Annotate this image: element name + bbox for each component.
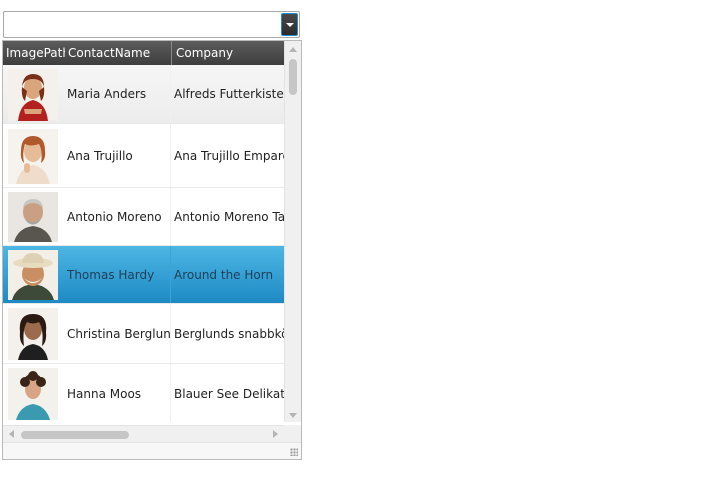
column-separator [170, 364, 171, 422]
vertical-scrollbar[interactable] [284, 41, 301, 422]
contact-name: Maria Anders [67, 87, 147, 101]
table-row-selected[interactable]: Thomas Hardy Around the Horn [3, 246, 284, 304]
table-row[interactable]: Ana Trujillo Ana Trujillo Emparedados [3, 124, 284, 188]
scroll-up-icon[interactable] [289, 47, 297, 52]
contact-name: Hanna Moos [67, 387, 142, 401]
grid-rows: Maria Anders Alfreds Futterkiste Ana Tru… [3, 65, 284, 422]
horizontal-scroll-thumb[interactable] [21, 431, 129, 439]
thomas-hardy-photo [8, 250, 58, 300]
column-header-contactname[interactable]: ContactName [65, 41, 171, 65]
contact-name: Christina Berglund [67, 327, 171, 341]
company-name: Around the Horn [174, 268, 274, 282]
scroll-right-icon[interactable] [273, 430, 278, 438]
column-header-imagepath[interactable]: ImagePath [3, 41, 65, 65]
contact-name: Ana Trujillo [67, 149, 133, 163]
contact-name: Thomas Hardy [67, 268, 155, 282]
company-name: Blauer See Delikatessen [174, 387, 284, 401]
ana-trujillo-photo [8, 129, 58, 184]
scrollbar-corner [284, 425, 301, 442]
maria-anders-photo [8, 69, 58, 121]
chevron-down-icon [286, 23, 294, 27]
company-name: Berglunds snabbköp [174, 327, 284, 341]
column-separator [170, 246, 171, 303]
company-name: Ana Trujillo Emparedados [174, 149, 284, 163]
hanna-moos-photo [8, 368, 58, 420]
vertical-scroll-thumb[interactable] [289, 59, 297, 95]
popup-footer [3, 442, 301, 459]
christina-berglund-photo [8, 308, 58, 360]
dropdown-toggle-button[interactable] [281, 13, 298, 36]
company-name: Antonio Moreno Taquería [174, 210, 284, 224]
table-row[interactable]: Christina Berglund Berglunds snabbköp [3, 304, 284, 364]
contact-name: Antonio Moreno [67, 210, 162, 224]
table-row[interactable]: Hanna Moos Blauer See Delikatessen [3, 364, 284, 422]
scroll-left-icon[interactable] [9, 430, 14, 438]
combobox-input[interactable] [6, 14, 280, 35]
dropdown-popup: ImagePath ContactName Company Maria Ande… [2, 40, 302, 460]
table-row[interactable]: Maria Anders Alfreds Futterkiste [3, 65, 284, 124]
horizontal-scrollbar[interactable] [3, 425, 284, 442]
scroll-down-icon[interactable] [289, 413, 297, 418]
column-separator [170, 124, 171, 187]
company-name: Alfreds Futterkiste [174, 87, 284, 101]
column-separator [170, 304, 171, 363]
column-separator [170, 65, 171, 123]
column-header-company[interactable]: Company [171, 41, 284, 65]
table-row[interactable]: Antonio Moreno Antonio Moreno Taquería [3, 188, 284, 246]
column-separator [170, 188, 171, 245]
antonio-moreno-photo [8, 192, 58, 242]
multicolumn-combobox[interactable] [3, 11, 300, 38]
resize-grip-icon[interactable] [290, 448, 298, 456]
grid-header: ImagePath ContactName Company [3, 41, 284, 65]
